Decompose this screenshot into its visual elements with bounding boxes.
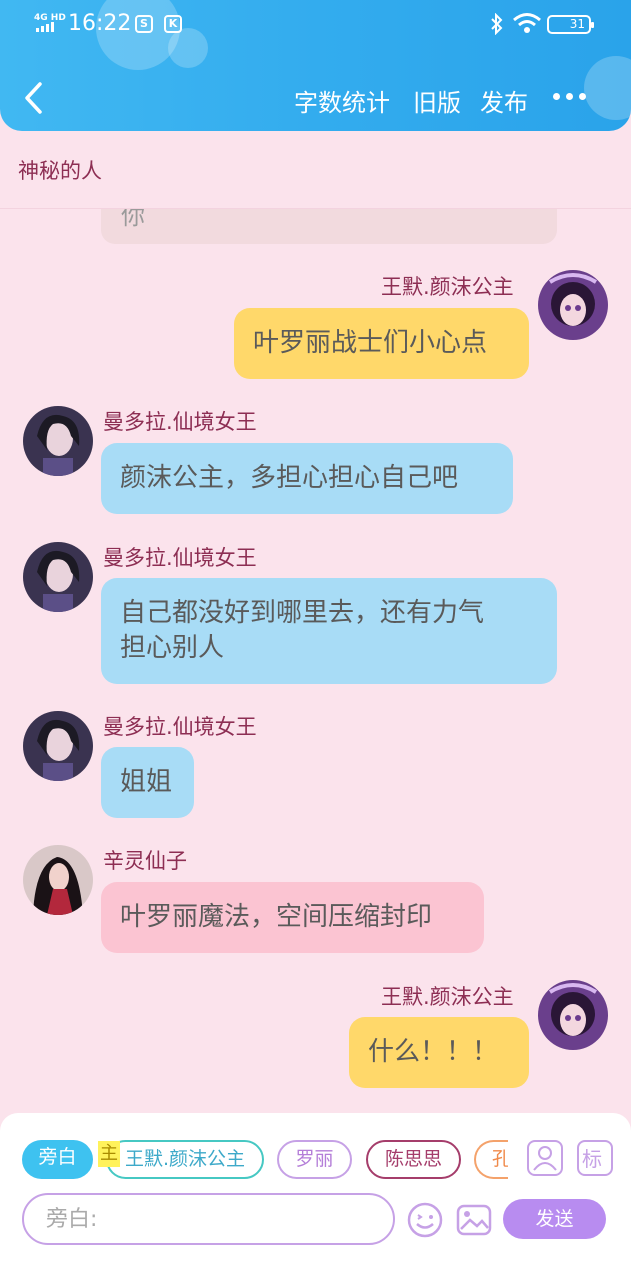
person-icon[interactable] [527,1140,563,1176]
message-bubble: 什么！！！ [349,1017,529,1088]
speaker-name: 王默.颜沫公主 [381,985,514,1009]
message-text: 姐姐 [120,767,173,797]
image-icon[interactable] [455,1201,493,1239]
message-input-field[interactable] [22,1193,395,1245]
avatar-wangmo[interactable] [538,270,608,340]
story-title: 神秘的人 [18,159,102,183]
message-text-line: 自己都没好到哪里去，还有力气 [120,598,485,628]
message-bubble: 叶罗丽魔法，空间压缩封印 [101,882,484,953]
character-chip-chensisi[interactable]: 陈思思 [366,1140,461,1179]
message-text: 什么！！！ [368,1037,499,1067]
story-title-bar: 神秘的人 [0,131,631,209]
message-bubble: 颜沫公主，多担心担心自己吧 [101,443,513,514]
character-chip-luoli[interactable]: 罗丽 [277,1140,352,1179]
message-text: 叶罗丽魔法，空间压缩封印 [120,902,433,932]
speaker-name: 王默.颜沫公主 [381,275,514,299]
composer-panel: 旁白 王默.颜沫公主 罗丽 陈思思 孔 标 发送 [0,1113,631,1280]
message-bubble: 自己都没好到哪里去，还有力气 担心别人 [101,578,557,684]
svg-text:标: 标 [582,1147,602,1171]
avatar-mandora[interactable] [23,406,93,476]
avatar-mandora[interactable] [23,542,93,612]
main-character-badge: 主 [98,1141,120,1167]
character-chip-partial[interactable]: 孔 [474,1140,508,1179]
avatar-wangmo[interactable] [538,980,608,1050]
message-input[interactable] [46,1205,376,1233]
speaker-name: 曼多拉.仙境女王 [103,546,257,570]
message-text: 叶罗丽战士们小心点 [253,328,488,358]
message-text: 颜沫公主，多担心担心自己吧 [120,463,459,493]
character-chip-narrator[interactable]: 旁白 [22,1140,93,1179]
tag-icon[interactable]: 标 [577,1140,613,1176]
message-text-line: 担心别人 [120,633,225,663]
avatar-mandora[interactable] [23,711,93,781]
message-bubble: 叶罗丽战士们小心点 [234,308,529,379]
speaker-name: 曼多拉.仙境女王 [103,715,257,739]
speaker-name: 辛灵仙子 [103,849,187,873]
speaker-name: 曼多拉.仙境女王 [103,410,257,434]
avatar-xinling[interactable] [23,845,93,915]
message-bubble: 姐姐 [101,747,194,818]
send-button[interactable]: 发送 [503,1199,606,1239]
emoji-icon[interactable] [406,1201,444,1239]
character-chip-wangmo[interactable]: 王默.颜沫公主 [106,1140,264,1179]
